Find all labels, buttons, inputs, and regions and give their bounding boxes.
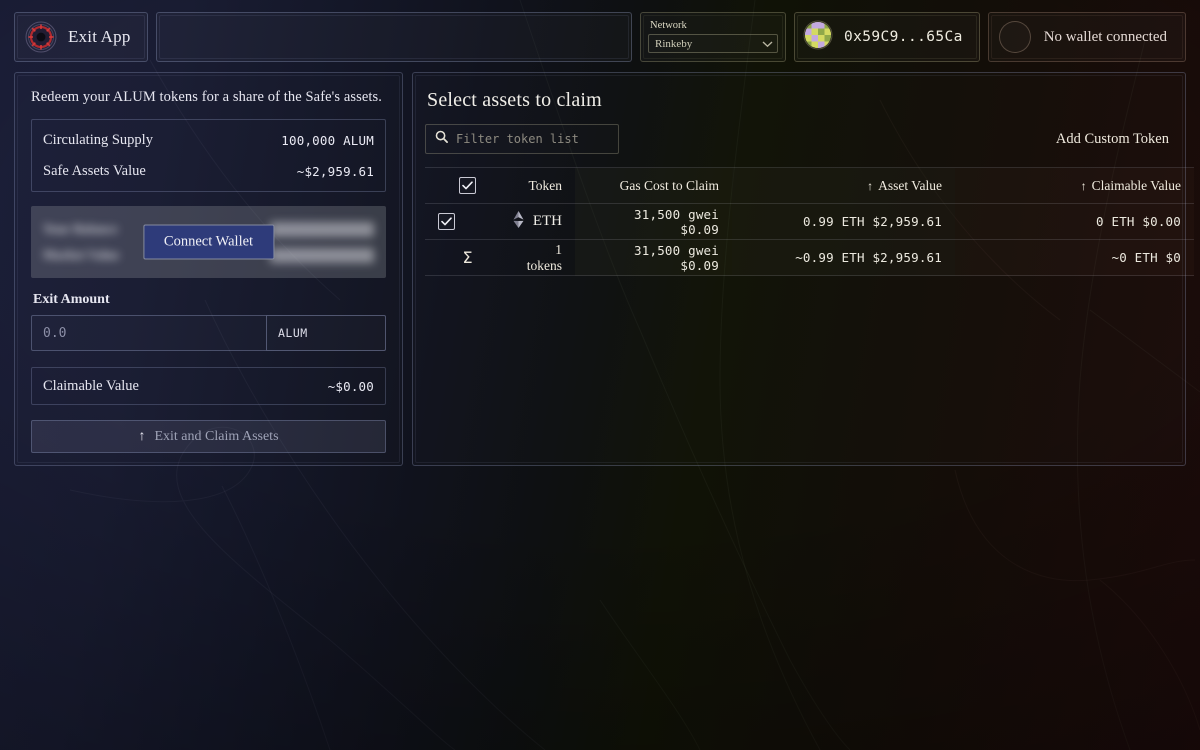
claimable-value-value: ~$0.00 [327, 378, 374, 394]
exit-amount-label: Exit Amount [33, 292, 110, 307]
your-balance-value-placeholder [270, 221, 374, 237]
exit-amount-unit-text: ALUM [278, 326, 308, 340]
exit-amount-input-value: 0.0 [43, 325, 67, 341]
market-value-label: Market Value [43, 247, 120, 262]
row-checkbox[interactable] [438, 212, 455, 230]
market-value-value-placeholder [270, 247, 374, 263]
filter-token-input[interactable]: Filter token list [425, 124, 619, 154]
network-label: Network [650, 19, 687, 31]
token-cell: ETH [510, 203, 575, 240]
top-header-bar: Exit App Network Rinkeby 0x59C9...65Ca N… [14, 12, 1186, 62]
exit-and-claim-assets-label: Exit and Claim Assets [154, 428, 279, 444]
token-count-cell: 1 tokens [510, 239, 575, 276]
add-custom-token-button[interactable]: Add Custom Token [1056, 131, 1169, 148]
asset-value-column-label: Asset Value [878, 177, 942, 193]
main-content-area: Redeem your ALUM tokens for a share of t… [14, 72, 1194, 466]
network-select-control[interactable]: Rinkeby [648, 34, 779, 54]
wallet-status-text: No wallet connected [1043, 28, 1167, 45]
chevron-down-icon [762, 35, 773, 53]
summary-gas-cost-cell: 31,500 gwei $0.09 [575, 239, 732, 276]
token-symbol: ETH [532, 213, 562, 229]
token-table: Token Gas Cost to Claim ↑ Asset Value ↑ Cl… [425, 167, 1194, 276]
filter-token-placeholder: Filter token list [456, 132, 579, 146]
gas-cost-cell: 31,500 gwei $0.09 [575, 203, 732, 240]
redeem-panel: Redeem your ALUM tokens for a share of t… [14, 72, 403, 466]
claimable-value-label: Claimable Value [43, 377, 139, 394]
connect-wallet-button[interactable]: Connect Wallet [142, 224, 275, 260]
summary-claimable-value-cell: ~0 ETH $0 [955, 239, 1194, 276]
stat-row-safe-assets-value: Safe Assets Value ~$2,959.61 [43, 160, 374, 182]
exit-and-claim-assets-button[interactable]: ↑ Exit and Claim Assets [31, 420, 386, 453]
claimable-value-column-label: Claimable Value [1091, 177, 1181, 193]
safe-assets-value-label: Safe Assets Value [43, 162, 146, 179]
gas-cost-column-header[interactable]: Gas Cost to Claim [575, 167, 732, 204]
search-icon [435, 130, 448, 148]
select-all-checkbox[interactable] [459, 177, 476, 194]
sigma-icon: Σ [425, 239, 510, 276]
ethereum-icon [513, 210, 524, 233]
circulating-supply-value: 100,000 ALUM [281, 132, 374, 148]
arrow-up-icon: ↑ [138, 428, 146, 444]
wallet-address-chip[interactable]: 0x59C9...65Ca [794, 12, 980, 62]
network-selector[interactable]: Network Rinkeby [640, 12, 787, 62]
exit-amount-unit: ALUM [266, 315, 386, 351]
page-title: Select assets to claim [427, 89, 602, 111]
nav-empty-panel[interactable] [155, 12, 633, 62]
network-selected-value: Rinkeby [655, 37, 693, 50]
asset-value-column-header[interactable]: ↑ Asset Value [732, 167, 955, 204]
exit-amount-field-group: 0.0 ALUM [31, 315, 386, 351]
sort-ascending-icon: ↑ [867, 178, 874, 193]
table-row[interactable]: ETH 31,500 gwei $0.09 0.99 ETH $2,959.61… [425, 203, 1194, 240]
select-all-header [425, 167, 510, 204]
select-assets-panel: Select assets to claim Filter token list… [412, 72, 1194, 466]
blockie-avatar-icon [803, 20, 833, 55]
safe-stats-box: Circulating Supply 100,000 ALUM Safe Ass… [31, 119, 386, 192]
balance-locked-card: Your Balance Market Value Connect Wallet [31, 206, 386, 278]
row-select-cell [425, 203, 510, 240]
wallet-placeholder-avatar-icon [998, 21, 1031, 53]
your-balance-label: Your Balance [43, 221, 118, 236]
token-table-header: Token Gas Cost to Claim ↑ Asset Value ↑ Cl… [425, 167, 1194, 204]
asset-value-cell: 0.99 ETH $2,959.61 [732, 203, 955, 240]
safe-assets-value-value: ~$2,959.61 [296, 163, 374, 179]
wallet-status-chip[interactable]: No wallet connected [987, 12, 1186, 62]
exit-app-logo-icon [25, 21, 57, 53]
exit-app-label: Exit App [68, 27, 131, 46]
table-header-row: Token Gas Cost to Claim ↑ Asset Value ↑ Cl… [425, 167, 1194, 204]
app-shell: Exit App Network Rinkeby 0x59C9...65Ca N… [0, 0, 1200, 750]
redeem-description: Redeem your ALUM tokens for a share of t… [31, 89, 382, 105]
exit-app-button[interactable]: Exit App [14, 12, 148, 62]
claimable-value-cell: 0 ETH $0.00 [955, 203, 1194, 240]
claimable-value-box: Claimable Value ~$0.00 [31, 367, 386, 405]
token-table-body: ETH 31,500 gwei $0.09 0.99 ETH $2,959.61… [425, 203, 1194, 276]
summary-asset-value-cell: ~0.99 ETH $2,959.61 [732, 239, 955, 276]
token-column-header[interactable]: Token [510, 167, 575, 204]
sort-ascending-icon: ↑ [1080, 178, 1087, 193]
assets-controls-row: Filter token list Add Custom Token [425, 124, 1175, 154]
table-summary-row: Σ 1 tokens 31,500 gwei $0.09 ~0.99 ETH $… [425, 239, 1194, 276]
circulating-supply-label: Circulating Supply [43, 131, 153, 148]
claimable-value-column-header[interactable]: ↑ Claimable Value [955, 167, 1194, 204]
stat-row-circulating-supply: Circulating Supply 100,000 ALUM [43, 129, 374, 151]
exit-amount-input[interactable]: 0.0 [31, 315, 266, 351]
wallet-address-text: 0x59C9...65Ca [844, 29, 963, 45]
